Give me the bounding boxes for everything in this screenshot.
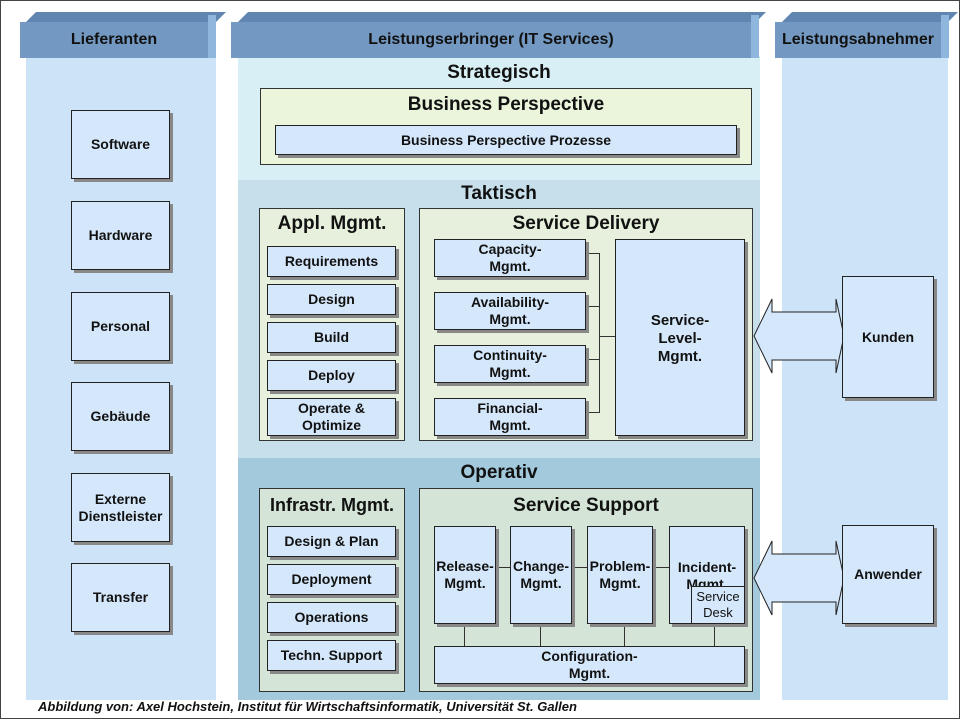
supplier-transfer[interactable]: Transfer	[71, 563, 170, 632]
business-perspective-processes[interactable]: Business Perspective Prozesse	[275, 125, 737, 155]
suppliers-header-label: Lieferanten	[70, 31, 158, 48]
supplier-gebaeude[interactable]: Gebäude	[71, 382, 170, 451]
consumer-anwender[interactable]: Anwender	[842, 525, 934, 624]
consumers-header-top	[782, 12, 958, 22]
appl-build[interactable]: Build	[267, 322, 396, 353]
supplier-personal[interactable]: Personal	[71, 292, 170, 361]
supplier-software[interactable]: Software	[71, 110, 170, 179]
infra-operations[interactable]: Operations	[267, 602, 396, 633]
consumer-kunden[interactable]: Kunden	[842, 276, 934, 398]
appl-design[interactable]: Design	[267, 284, 396, 315]
appl-deploy[interactable]: Deploy	[267, 360, 396, 391]
business-perspective-title: Business Perspective	[407, 94, 605, 115]
strategic-title: Strategisch	[447, 62, 551, 83]
infra-design-plan[interactable]: Design & Plan	[267, 526, 396, 557]
suppliers-header-side	[208, 15, 216, 58]
supplier-hardware[interactable]: Hardware	[71, 201, 170, 270]
configuration-mgmt[interactable]: Configuration- Mgmt.	[434, 646, 745, 684]
figure-caption: Abbildung von: Axel Hochstein, Institut …	[38, 699, 577, 714]
provider-header-label: Leistungserbringer (IT Services)	[368, 31, 614, 48]
double-arrow-anwender-icon	[753, 540, 845, 616]
capacity-mgmt[interactable]: Capacity- Mgmt.	[434, 239, 586, 277]
double-arrow-kunden-icon	[753, 298, 845, 374]
problem-mgmt[interactable]: Problem- Mgmt.	[587, 526, 653, 624]
operational-title: Operativ	[460, 462, 538, 483]
infra-techn-support[interactable]: Techn. Support	[267, 640, 396, 671]
continuity-mgmt[interactable]: Continuity- Mgmt.	[434, 345, 586, 383]
availability-mgmt[interactable]: Availability- Mgmt.	[434, 292, 586, 330]
service-desk[interactable]: Service Desk	[691, 586, 745, 624]
financial-mgmt[interactable]: Financial- Mgmt.	[434, 398, 586, 436]
service-support-title: Service Support	[513, 495, 659, 516]
appl-requirements[interactable]: Requirements	[267, 246, 396, 277]
infra-deployment[interactable]: Deployment	[267, 564, 396, 595]
consumers-header-side	[941, 15, 949, 58]
provider-header-side	[751, 15, 759, 58]
change-mgmt[interactable]: Change- Mgmt.	[510, 526, 572, 624]
service-level-mgmt[interactable]: Service- Level- Mgmt.	[615, 239, 745, 436]
provider-header: Leistungserbringer (IT Services)	[231, 22, 751, 58]
tactical-title: Taktisch	[461, 183, 537, 204]
release-mgmt[interactable]: Release- Mgmt.	[434, 526, 496, 624]
suppliers-header-top	[26, 12, 226, 22]
suppliers-header: Lieferanten	[20, 22, 208, 58]
provider-header-top	[238, 12, 766, 22]
appl-operate-optimize[interactable]: Operate & Optimize	[267, 398, 396, 436]
consumers-header: Leistungsabnehmer	[775, 22, 941, 58]
infra-mgmt-title: Infrastr. Mgmt.	[269, 495, 394, 515]
consumers-header-label: Leistungsabnehmer	[781, 31, 935, 48]
supplier-externe-dienstleister[interactable]: Externe Dienstleister	[71, 473, 170, 542]
appl-mgmt-title: Appl. Mgmt.	[277, 213, 387, 234]
service-delivery-title: Service Delivery	[512, 213, 660, 234]
